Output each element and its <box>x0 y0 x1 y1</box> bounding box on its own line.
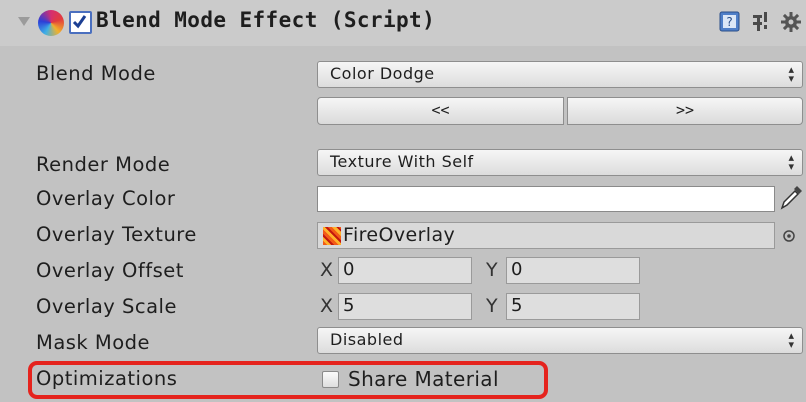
optimizations-highlight-box <box>28 361 548 399</box>
scale-x-label: X <box>320 295 334 317</box>
overlay-texture-field[interactable]: FireOverlay <box>317 222 775 249</box>
offset-x-label: X <box>320 259 334 281</box>
previous-blend-mode-button[interactable]: << <box>317 97 564 125</box>
blend-mode-label: Blend Mode <box>36 62 156 85</box>
component-header: Blend Mode Effect (Script) ? <box>0 0 806 46</box>
overlay-color-swatch[interactable] <box>317 186 775 212</box>
help-icon[interactable]: ? <box>719 11 740 32</box>
mask-mode-label: Mask Mode <box>36 331 151 354</box>
render-mode-dropdown[interactable]: Texture With Self ▴ ▾ <box>317 149 803 176</box>
dropdown-arrows-icon: ▴ ▾ <box>788 329 794 351</box>
overlay-offset-label: Overlay Offset <box>36 259 184 282</box>
offset-x-input[interactable]: 0 <box>338 257 472 284</box>
blend-mode-value: Color Dodge <box>330 64 435 83</box>
component-title: Blend Mode Effect (Script) <box>96 8 436 32</box>
eyedropper-icon[interactable] <box>779 185 803 211</box>
overlay-texture-value: FireOverlay <box>343 224 456 246</box>
overlay-color-label: Overlay Color <box>36 187 176 210</box>
checkmark-icon <box>72 15 87 29</box>
component-enabled-checkbox[interactable] <box>69 11 92 34</box>
blend-script-icon <box>38 10 64 36</box>
presets-icon[interactable] <box>751 11 771 33</box>
offset-y-input[interactable]: 0 <box>506 257 640 284</box>
render-mode-label: Render Mode <box>36 153 171 176</box>
gear-icon[interactable] <box>780 11 802 33</box>
scale-y-label: Y <box>486 295 498 317</box>
texture-thumbnail <box>323 227 341 245</box>
scale-y-input[interactable]: 5 <box>506 293 640 320</box>
next-blend-mode-button[interactable]: >> <box>567 97 803 125</box>
dropdown-arrows-icon: ▴ ▾ <box>788 63 794 85</box>
foldout-arrow-icon[interactable] <box>18 17 30 26</box>
svg-text:?: ? <box>726 15 732 29</box>
overlay-texture-label: Overlay Texture <box>36 223 197 246</box>
scale-x-input[interactable]: 5 <box>338 293 472 320</box>
mask-mode-value: Disabled <box>330 330 404 349</box>
render-mode-value: Texture With Self <box>330 152 474 171</box>
blend-mode-dropdown[interactable]: Color Dodge ▴ ▾ <box>317 61 803 88</box>
dropdown-arrows-icon: ▴ ▾ <box>788 151 794 173</box>
overlay-scale-label: Overlay Scale <box>36 295 177 318</box>
object-picker-icon[interactable] <box>782 229 796 243</box>
offset-y-label: Y <box>486 259 498 281</box>
mask-mode-dropdown[interactable]: Disabled ▴ ▾ <box>317 327 803 354</box>
